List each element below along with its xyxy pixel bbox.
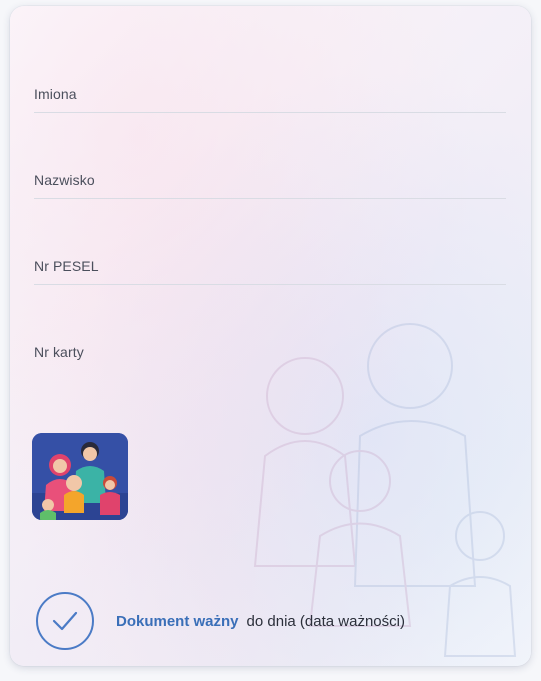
field-label-nr-karty: Nr karty — [34, 344, 84, 360]
field-nazwisko: Nazwisko — [34, 168, 506, 199]
photo-thumbnail — [32, 433, 128, 520]
validity-status: Dokument ważny — [116, 612, 239, 630]
field-pesel: Nr PESEL — [34, 254, 506, 285]
field-imiona: Imiona — [34, 82, 506, 113]
field-nr-karty: Nr karty — [34, 340, 506, 370]
family-illustration-icon — [32, 433, 128, 520]
field-label-nazwisko: Nazwisko — [34, 172, 95, 188]
field-label-pesel: Nr PESEL — [34, 258, 99, 274]
checkmark-circle-icon — [36, 592, 94, 650]
field-label-imiona: Imiona — [34, 86, 77, 102]
validity-date: do dnia (data ważności) — [246, 612, 405, 630]
id-card: Imiona Nazwisko Nr PESEL Nr karty Dokume… — [10, 6, 531, 666]
validity-row: Dokument ważny do dnia (data ważności) — [36, 590, 405, 652]
